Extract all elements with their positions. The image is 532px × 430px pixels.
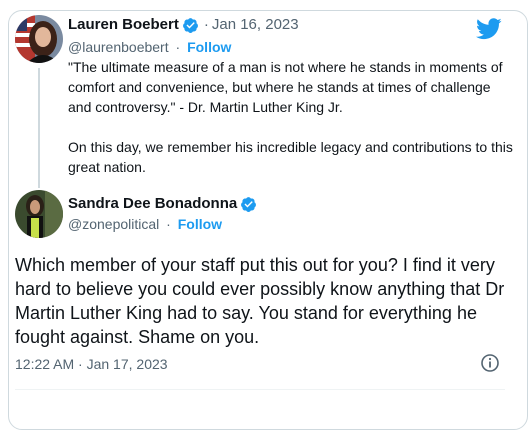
author-handle[interactable]: @zonepolitical <box>68 216 159 232</box>
separator-dot: · <box>166 216 171 232</box>
avatar-image <box>15 190 63 238</box>
author-display-name[interactable]: Lauren Boebert <box>68 16 179 34</box>
tweet-timestamp[interactable]: 12:22 AM · Jan 17, 2023 <box>15 355 168 373</box>
reply-handle-row: @zonepolitical · Follow <box>68 215 222 233</box>
separator-dot: · <box>203 16 209 33</box>
twitter-bird-icon[interactable] <box>476 18 502 40</box>
separator-dot: · <box>175 39 181 55</box>
footer-divider <box>15 389 505 390</box>
follow-button[interactable]: Follow <box>187 39 231 55</box>
avatar-image <box>15 15 63 63</box>
original-author-row: Lauren Boebert · Jan 16, 2023 <box>68 16 299 34</box>
original-handle-row: @laurenboebert · Follow <box>68 38 231 56</box>
tweet-paragraph: "The ultimate measure of a man is not wh… <box>68 59 503 115</box>
tweet-paragraph: On this day, we remember his incredible … <box>68 139 513 175</box>
verified-badge-icon <box>240 196 257 213</box>
tweet-date[interactable]: Jan 16, 2023 <box>212 16 299 34</box>
lauren-boebert-avatar[interactable] <box>15 15 63 63</box>
info-icon[interactable] <box>480 353 500 373</box>
sandra-dee-bonadonna-avatar[interactable] <box>15 190 63 238</box>
author-display-name[interactable]: Sandra Dee Bonadonna <box>68 195 237 213</box>
original-tweet-text: "The ultimate measure of a man is not wh… <box>68 57 516 177</box>
thread-connector-line <box>38 68 40 188</box>
reply-tweet-text: Which member of your staff put this out … <box>15 255 505 347</box>
reply-author-row: Sandra Dee Bonadonna <box>68 195 257 213</box>
follow-button[interactable]: Follow <box>178 216 222 232</box>
verified-badge-icon <box>182 17 199 34</box>
author-handle[interactable]: @laurenboebert <box>68 39 169 55</box>
